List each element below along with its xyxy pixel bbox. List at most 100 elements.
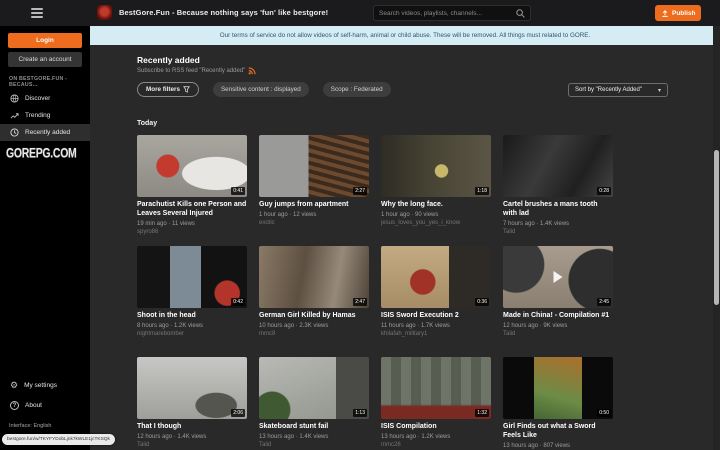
sidebar-item-label: My settings	[24, 382, 57, 389]
video-title[interactable]: Why the long face.	[381, 200, 491, 209]
video-grid: 0:41 Parachutist Kills one Person and Le…	[137, 135, 613, 450]
video-thumbnail[interactable]: 1:13	[259, 357, 369, 419]
site-logo-icon[interactable]	[97, 5, 112, 20]
video-card[interactable]: 2:45 Made in China! - Compilation #1 12 …	[503, 246, 613, 350]
video-card[interactable]: 2:27 Guy jumps from apartment 1 hour ago…	[259, 135, 369, 239]
video-meta: 1 hour ago · 12 views	[259, 212, 369, 219]
sensitive-content-filter-pill[interactable]: Sensitive content : displayed	[213, 82, 309, 97]
sort-dropdown-label: Sort by "Recently Added"	[575, 87, 642, 93]
video-title[interactable]: Parachutist Kills one Person and Leaves …	[137, 200, 247, 218]
publish-button[interactable]: Publish	[655, 5, 701, 21]
video-channel[interactable]: mmc26	[381, 442, 491, 449]
app-window: BestGore.Fun - Because nothing says 'fun…	[0, 0, 720, 450]
sidebar-item-discover[interactable]: Discover	[0, 90, 90, 107]
video-channel[interactable]: Talid	[259, 442, 369, 449]
interface-language-label[interactable]: Interface: English	[9, 423, 52, 429]
scope-filter-pill[interactable]: Scope : Federated	[323, 82, 391, 97]
date-group-heading: Today	[137, 120, 157, 127]
sort-dropdown[interactable]: Sort by "Recently Added" ▾	[568, 83, 668, 97]
help-icon: ?	[10, 401, 19, 410]
duration-badge: 0:36	[475, 298, 489, 306]
video-thumbnail[interactable]: 2:47	[259, 246, 369, 308]
video-card[interactable]: 0:42 Shoot in the head 8 hours ago · 1.2…	[137, 246, 247, 350]
video-title[interactable]: ISIS Sword Execution 2	[381, 311, 491, 320]
duration-badge: 2:27	[353, 187, 367, 195]
video-channel[interactable]: Talid	[503, 331, 613, 338]
video-meta: 8 hours ago · 1.2K views	[137, 323, 247, 330]
video-title[interactable]: ISIS Compilation	[381, 422, 491, 431]
top-header-bar: BestGore.Fun - Because nothing says 'fun…	[0, 0, 720, 26]
more-filters-label: More filters	[146, 86, 180, 93]
video-channel[interactable]: nightmarebomber	[137, 331, 247, 338]
video-title[interactable]: Shoot in the head	[137, 311, 247, 320]
sidebar-item-trending[interactable]: Trending	[0, 107, 90, 124]
video-channel[interactable]: Talid	[503, 229, 613, 236]
video-thumbnail[interactable]: 0:42	[137, 246, 247, 308]
sidebar-item-my-settings[interactable]: ⚙ My settings	[0, 377, 90, 394]
play-icon	[554, 271, 563, 283]
video-meta: 12 hours ago · 9K views	[503, 323, 613, 330]
video-card[interactable]: 0:50 Girl Finds out what a Sword Feels L…	[503, 357, 613, 450]
link-preview-tooltip: bestgore.fun/w/TKYFYDobLjnk7kWLE1jcTKSQk	[2, 434, 115, 445]
video-channel[interactable]: Talid	[137, 442, 247, 449]
duration-badge: 0:50	[597, 409, 611, 417]
main-content: Recently added Subscribe to RSS feed "Re…	[90, 26, 720, 450]
video-thumbnail[interactable]: 1:18	[381, 135, 491, 197]
clock-icon	[10, 128, 19, 137]
video-channel[interactable]: spyro86	[137, 229, 247, 236]
sidebar: Login Create an account ON BESTGORE.FUN …	[0, 26, 90, 450]
video-channel[interactable]: khilafah_military1	[381, 331, 491, 338]
video-thumbnail[interactable]: 0:28	[503, 135, 613, 197]
rss-subscribe-line[interactable]: Subscribe to RSS feed "Recently added"	[137, 67, 256, 75]
video-channel[interactable]: mmc8	[259, 331, 369, 338]
video-thumbnail[interactable]: 0:36	[381, 246, 491, 308]
filter-row: More filters Sensitive content : display…	[137, 82, 391, 97]
hamburger-menu-icon[interactable]	[31, 8, 43, 18]
sidebar-item-about[interactable]: ? About	[0, 397, 90, 414]
video-meta: 1 hour ago · 90 views	[381, 212, 491, 219]
sidebar-banner-logo[interactable]: GOREPG.COM	[6, 146, 77, 162]
publish-label: Publish	[672, 10, 695, 17]
video-thumbnail[interactable]: 1:32	[381, 357, 491, 419]
video-meta: 7 hours ago · 1.4K views	[503, 221, 613, 228]
video-title[interactable]: Skateboard stunt fail	[259, 422, 369, 431]
video-title[interactable]: Guy jumps from apartment	[259, 200, 369, 209]
video-card[interactable]: 0:41 Parachutist Kills one Person and Le…	[137, 135, 247, 239]
gear-icon: ⚙	[10, 381, 18, 390]
video-thumbnail[interactable]: 2:45	[503, 246, 613, 308]
rss-icon[interactable]	[248, 67, 256, 75]
video-card[interactable]: 1:32 ISIS Compilation 13 hours ago · 1.2…	[381, 357, 491, 450]
upload-icon	[661, 9, 669, 17]
video-channel[interactable]: jesus_loves_you_yes_i_know	[381, 220, 491, 227]
video-card[interactable]: 1:18 Why the long face. 1 hour ago · 90 …	[381, 135, 491, 239]
video-title[interactable]: That I though	[137, 422, 247, 431]
search-input[interactable]	[379, 10, 516, 17]
video-card[interactable]: 2:47 German Girl Killed by Hamas 10 hour…	[259, 246, 369, 350]
site-title[interactable]: BestGore.Fun - Because nothing says 'fun…	[119, 8, 328, 17]
video-card[interactable]: 1:13 Skateboard stunt fail 13 hours ago …	[259, 357, 369, 450]
video-title[interactable]: German Girl Killed by Hamas	[259, 311, 369, 320]
video-thumbnail[interactable]: 2:06	[137, 357, 247, 419]
duration-badge: 0:28	[597, 187, 611, 195]
search-box[interactable]	[373, 5, 531, 21]
video-card[interactable]: 0:28 Cartel brushes a mans tooth with la…	[503, 135, 613, 239]
search-icon[interactable]	[516, 9, 525, 18]
video-title[interactable]: Girl Finds out what a Sword Feels Like	[503, 422, 613, 440]
terms-notice-banner: Our terms of service do not allow videos…	[90, 26, 720, 45]
video-thumbnail[interactable]: 0:41	[137, 135, 247, 197]
video-thumbnail[interactable]: 2:27	[259, 135, 369, 197]
login-button[interactable]: Login	[8, 33, 82, 48]
duration-badge: 1:32	[475, 409, 489, 417]
video-card[interactable]: 2:06 That I though 12 hours ago · 1.4K v…	[137, 357, 247, 450]
video-title[interactable]: Cartel brushes a mans tooth with lad	[503, 200, 613, 218]
more-filters-button[interactable]: More filters	[137, 82, 199, 97]
video-card[interactable]: 0:36 ISIS Sword Execution 2 11 hours ago…	[381, 246, 491, 350]
duration-badge: 1:18	[475, 187, 489, 195]
video-title[interactable]: Made in China! - Compilation #1	[503, 311, 613, 320]
video-thumbnail[interactable]: 0:50	[503, 357, 613, 419]
terms-notice-text: Our terms of service do not allow videos…	[220, 32, 591, 39]
video-channel[interactable]: exotic	[259, 220, 369, 227]
scrollbar-thumb[interactable]	[714, 150, 719, 305]
sidebar-item-recently-added[interactable]: Recently added	[0, 124, 90, 141]
create-account-button[interactable]: Create an account	[8, 52, 82, 67]
